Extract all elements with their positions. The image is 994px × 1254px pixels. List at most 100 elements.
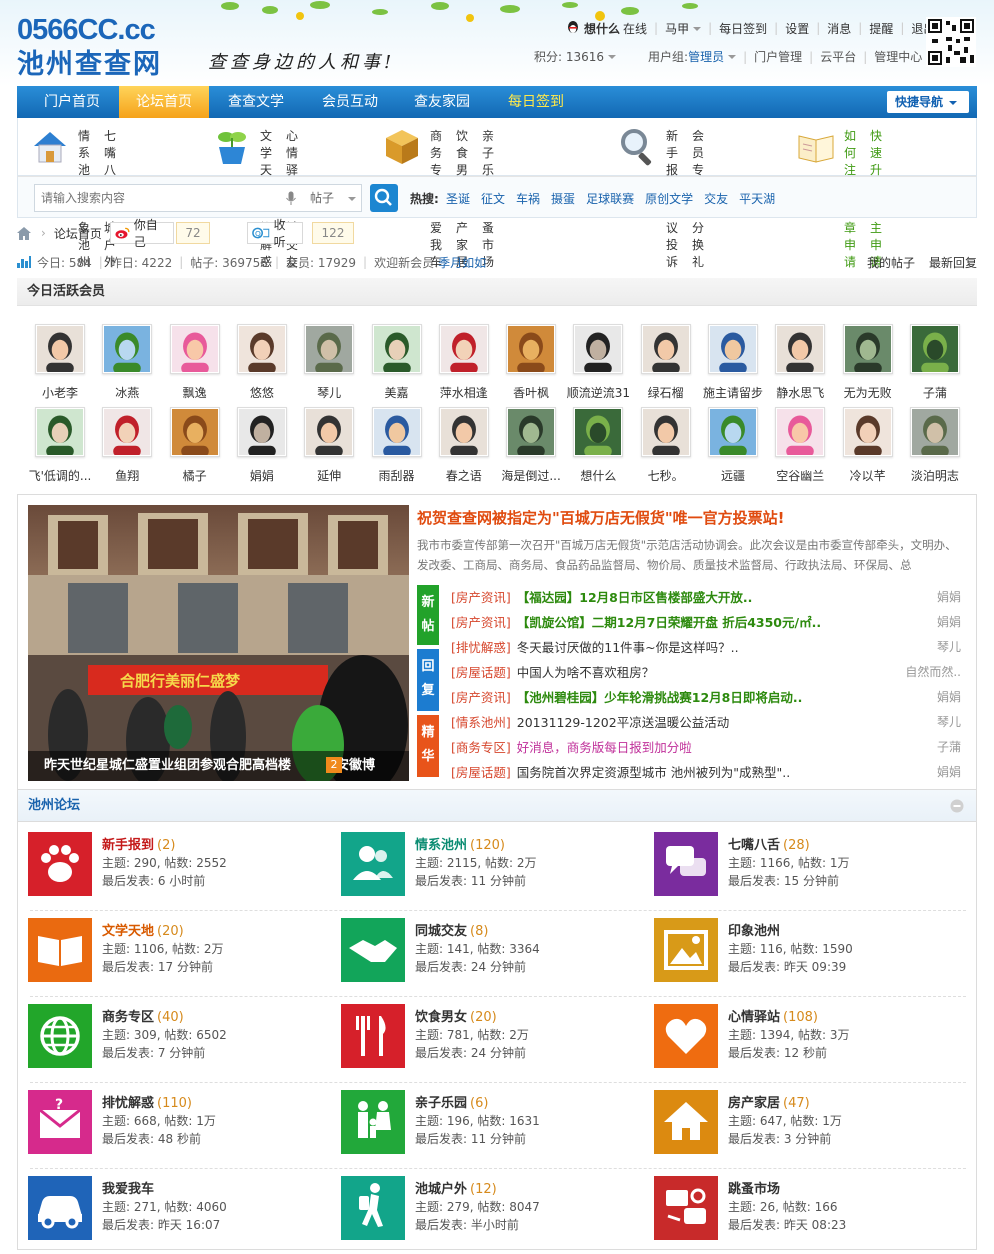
- forum-board[interactable]: 池城户外 (12) 主题: 279, 帖数: 8047 最后发表: 半小时前: [341, 1176, 641, 1246]
- list-item[interactable]: [房产资讯] 【福达园】12月8日市区售楼部盛大开放.. 娟娟: [451, 585, 961, 610]
- list-item[interactable]: [房产资讯] 【凯旋公馆】二期12月7日荣耀开盘 折后4350元/㎡.. 娟娟: [451, 610, 961, 635]
- hot-search-link[interactable]: 圣诞: [446, 190, 470, 207]
- member-avatar[interactable]: [708, 407, 758, 457]
- nav-forum-home[interactable]: 论坛首页: [119, 86, 209, 118]
- search-input[interactable]: [35, 185, 265, 211]
- post-category[interactable]: [房产资讯]: [451, 615, 511, 630]
- post-author[interactable]: 娟娟: [937, 685, 961, 710]
- member-item[interactable]: 飞'低调的...: [27, 401, 93, 483]
- points-link[interactable]: 积分: 13616: [534, 48, 604, 65]
- member-item[interactable]: 娟娟: [229, 401, 295, 483]
- member-item[interactable]: 小老李: [27, 318, 93, 400]
- board-last-post[interactable]: 最后发表: 半小时前: [415, 1216, 519, 1233]
- list-item[interactable]: [情系池州] 20131129-1202平凉送温暖公益活动 琴儿: [451, 710, 961, 735]
- member-avatar[interactable]: [708, 324, 758, 374]
- board-last-post[interactable]: 最后发表: 11 分钟前: [415, 872, 526, 889]
- user-group-link[interactable]: 管理员: [688, 48, 724, 65]
- member-item[interactable]: 飘逸: [162, 318, 228, 400]
- hot-search-link[interactable]: 交友: [704, 190, 728, 207]
- board-name[interactable]: 房产家居 (47): [728, 1092, 810, 1111]
- member-name[interactable]: 子蒲: [898, 384, 972, 401]
- chat-bubbles-icon[interactable]: [654, 832, 718, 896]
- member-avatar[interactable]: [102, 324, 153, 374]
- heart-icon[interactable]: [654, 1004, 718, 1068]
- post-category[interactable]: [房产资讯]: [451, 590, 511, 605]
- member-name[interactable]: 淡泊明志: [898, 467, 972, 484]
- hot-search-link[interactable]: 摄蛋: [551, 190, 575, 207]
- tab-new-posts[interactable]: 新帖: [417, 585, 439, 645]
- board-last-post[interactable]: 最后发表: 24 分钟前: [415, 1044, 526, 1061]
- member-avatar[interactable]: [506, 407, 557, 457]
- settings-link[interactable]: 设置: [785, 20, 809, 37]
- board-name[interactable]: 情系池州 (120): [415, 834, 505, 853]
- member-item[interactable]: 空谷幽兰: [767, 401, 833, 483]
- slide-caption[interactable]: 昨天世纪星城仁盛置业组团参观合肥高档楼 1安徽博: [28, 751, 409, 781]
- post-category[interactable]: [房产资讯]: [451, 690, 511, 705]
- forum-board[interactable]: 同城交友 (8) 主题: 141, 帖数: 3364 最后发表: 24 分钟前: [341, 918, 641, 988]
- tab-replies[interactable]: 回复: [417, 649, 439, 711]
- post-category[interactable]: [排忧解惑]: [451, 640, 511, 655]
- member-name[interactable]: 悠悠: [225, 384, 299, 401]
- post-title[interactable]: 【凯旋公馆】二期12月7日荣耀开盘 折后4350元/㎡..: [517, 615, 821, 630]
- latest-replies-link[interactable]: 最新回复: [929, 254, 977, 271]
- alias-link[interactable]: 马甲: [665, 20, 702, 37]
- member-item[interactable]: 顺流逆流31: [565, 318, 631, 400]
- board-last-post[interactable]: 最后发表: 15 分钟前: [728, 872, 839, 889]
- board-last-post[interactable]: 最后发表: 3 分钟前: [728, 1130, 831, 1147]
- hiker-icon[interactable]: [341, 1176, 405, 1240]
- board-name[interactable]: 商务专区 (40): [102, 1006, 184, 1025]
- member-avatar[interactable]: [371, 407, 422, 457]
- post-category[interactable]: [房屋话题]: [451, 665, 511, 680]
- member-item[interactable]: 静水思飞: [767, 318, 833, 400]
- people-icon[interactable]: [341, 832, 405, 896]
- member-name[interactable]: 七秒。: [629, 467, 703, 484]
- member-avatar[interactable]: [102, 407, 153, 457]
- board-name[interactable]: 新手报到 (2): [102, 834, 175, 853]
- member-name[interactable]: 小老李: [23, 384, 97, 401]
- board-last-post[interactable]: 最后发表: 昨天 08:23: [728, 1216, 846, 1233]
- nav-member-interaction[interactable]: 会员互动: [305, 86, 395, 118]
- market-icon[interactable]: [654, 1176, 718, 1240]
- board-last-post[interactable]: 最后发表: 11 分钟前: [415, 1130, 526, 1147]
- board-name[interactable]: 排忧解惑 (110): [102, 1092, 192, 1111]
- home-icon[interactable]: [17, 226, 31, 240]
- member-item[interactable]: 想什么: [565, 401, 631, 483]
- member-avatar[interactable]: [842, 407, 893, 457]
- member-name[interactable]: 想什么: [561, 467, 635, 484]
- member-name[interactable]: 海是倒过...: [494, 467, 568, 484]
- car-icon[interactable]: [28, 1176, 92, 1240]
- featured-slideshow[interactable]: 合肥行美丽仁盛梦 昨天世纪星城仁盛置业组团参观合肥高档楼 1安徽博 2: [28, 505, 409, 781]
- board-name[interactable]: 印象池州: [728, 920, 783, 939]
- member-avatar[interactable]: [506, 324, 557, 374]
- forum-board[interactable]: 我爱我车 主题: 271, 帖数: 4060 最后发表: 昨天 16:07: [28, 1176, 328, 1246]
- board-name[interactable]: 同城交友 (8): [415, 920, 488, 939]
- member-avatar[interactable]: [438, 324, 489, 374]
- board-name[interactable]: 池城户外 (12): [415, 1178, 497, 1197]
- qr-code-icon[interactable]: [926, 17, 976, 67]
- member-name[interactable]: 飘逸: [158, 384, 232, 401]
- forum-board[interactable]: 房产家居 (47) 主题: 647, 帖数: 1万 最后发表: 3 分钟前: [654, 1090, 954, 1160]
- quick-nav-button[interactable]: 快捷导航: [887, 91, 969, 113]
- picture-icon[interactable]: [654, 918, 718, 982]
- post-title[interactable]: 冬天最讨厌做的11件事~你是这样吗？..: [517, 640, 739, 655]
- board-name[interactable]: 饮食男女 (20): [415, 1006, 497, 1025]
- post-author[interactable]: 琴儿: [937, 710, 961, 735]
- member-avatar[interactable]: [775, 407, 826, 457]
- member-name[interactable]: 萍水相逢: [427, 384, 501, 401]
- member-item[interactable]: 海是倒过...: [498, 401, 564, 483]
- cloud-platform-link[interactable]: 云平台: [820, 48, 856, 65]
- member-item[interactable]: 子蒲: [902, 318, 968, 400]
- forum-board[interactable]: 心情驿站 (108) 主题: 1394, 帖数: 3万 最后发表: 12 秒前: [654, 1004, 954, 1074]
- member-name[interactable]: 绿石榴: [629, 384, 703, 401]
- forum-board[interactable]: 文学天地 (20) 主题: 1106, 帖数: 2万 最后发表: 17 分钟前: [28, 918, 328, 988]
- forum-board[interactable]: 新手报到 (2) 主题: 290, 帖数: 2552 最后发表: 6 小时前: [28, 832, 328, 902]
- nav-friend-home[interactable]: 查友家园: [397, 86, 487, 118]
- list-item[interactable]: [商务专区] 好消息，商务版每日报到加分啦 子蒲: [451, 735, 961, 760]
- nav-portal-home[interactable]: 门户首页: [27, 86, 117, 118]
- member-name[interactable]: 橘子: [158, 467, 232, 484]
- list-item[interactable]: [排忧解惑] 冬天最讨厌做的11件事~你是这样吗？.. 琴儿: [451, 635, 961, 660]
- member-name[interactable]: 飞'低调的...: [23, 467, 97, 484]
- username[interactable]: 想什么: [584, 20, 620, 37]
- member-avatar[interactable]: [236, 407, 287, 457]
- reminders-link[interactable]: 提醒: [869, 20, 893, 37]
